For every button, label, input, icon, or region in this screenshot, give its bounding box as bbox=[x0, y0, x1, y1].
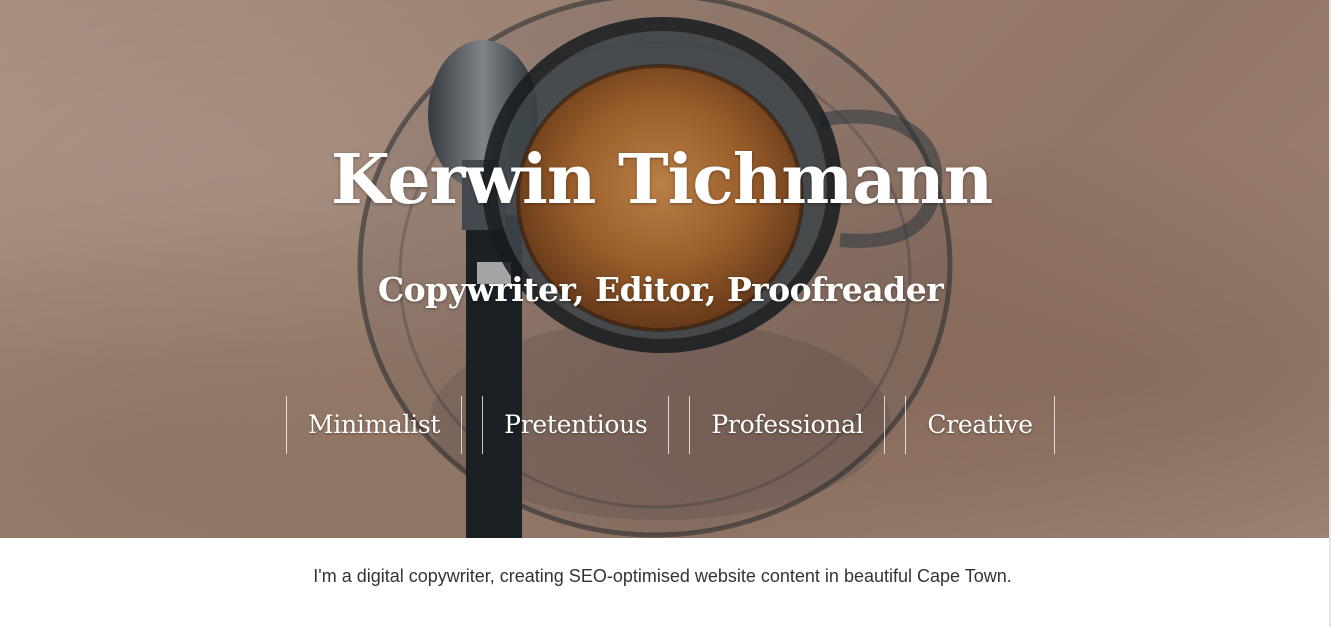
site-title[interactable]: Kerwin Tichmann bbox=[0, 140, 1326, 220]
hero-overlay bbox=[0, 0, 1329, 538]
style-link-professional[interactable]: Professional bbox=[690, 396, 884, 454]
intro-text: I'm a digital copywriter, creating SEO-o… bbox=[313, 566, 1012, 586]
style-link-creative[interactable]: Creative bbox=[906, 396, 1053, 454]
nav-divider bbox=[461, 396, 463, 454]
style-link-pretentious[interactable]: Pretentious bbox=[483, 396, 668, 454]
style-link-minimalist[interactable]: Minimalist bbox=[287, 396, 461, 454]
nav-divider bbox=[1053, 396, 1055, 454]
nav-divider bbox=[884, 396, 886, 454]
nav-divider bbox=[668, 396, 670, 454]
hero-banner: Kerwin Tichmann Copywriter, Editor, Proo… bbox=[0, 0, 1329, 538]
site-tagline: Copywriter, Editor, Proofreader bbox=[377, 270, 944, 309]
style-nav: Minimalist Pretentious Professional Crea… bbox=[286, 396, 1055, 454]
page: Kerwin Tichmann Copywriter, Editor, Proo… bbox=[0, 0, 1331, 627]
